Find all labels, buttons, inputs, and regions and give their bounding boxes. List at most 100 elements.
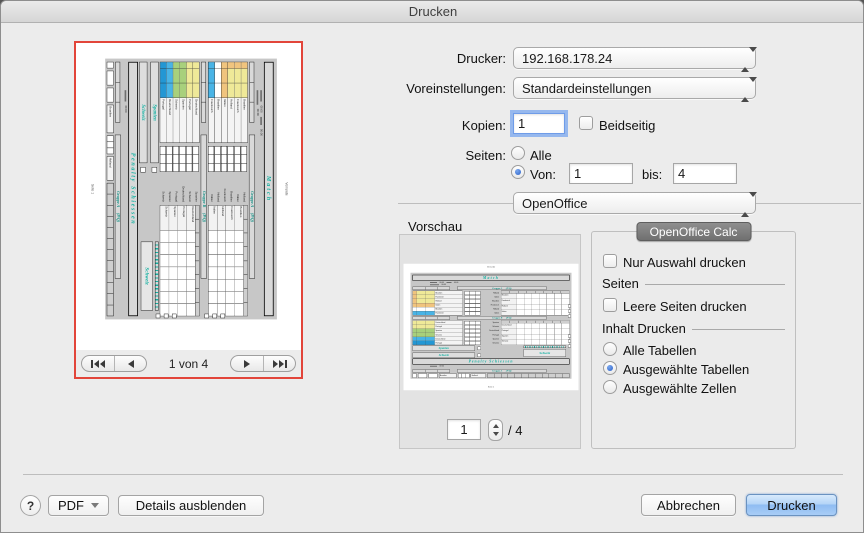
app-section-select[interactable]: OpenOffice (513, 192, 756, 214)
group-b-mini-header (201, 61, 206, 122)
group-a-tables: Brasilien Frankreich Holland Italien Bra… (208, 61, 248, 315)
group-b-header-row: Gruppe B(P/Q) (412, 316, 569, 320)
selected-tables-label: Ausgewählte Tabellen (623, 362, 749, 377)
group-a-mini-header (249, 61, 254, 122)
preview-panel: Vorrunde Match 00:0000:00 00:00 Gruppe A… (399, 234, 581, 449)
presets-value: Standardeinstellungen (522, 81, 651, 96)
group-b-score-grid (464, 320, 481, 345)
group-a-opponents: HollandItalien BrasilienFrankreich Holla… (483, 290, 499, 315)
match-title: Match (412, 274, 569, 280)
print-dialog: Drucken Vorrunde Match 00:0000:00 00:00 … (0, 0, 864, 533)
pages-group-label: Seiten (602, 276, 639, 291)
preview-total-pages: / 4 (508, 423, 548, 438)
group-a-side-boxes (204, 313, 225, 317)
printer-select[interactable]: 192.168.178.24 (513, 47, 756, 69)
group-a-score-grid (208, 146, 248, 173)
last-page-button[interactable] (263, 356, 295, 371)
print-selection-checkbox[interactable] (603, 254, 617, 268)
group-a-opponents: HollandItalien BrasilienFrankreich Holla… (208, 176, 248, 202)
print-button[interactable]: Drucken (746, 494, 837, 516)
group-a-tables: Brasilien Frankreich Holland Italien Bra… (412, 290, 569, 315)
chevron-down-icon (91, 503, 99, 508)
penalty-mini-header (412, 369, 450, 372)
details-toggle-button[interactable]: Details ausblenden (118, 495, 264, 516)
selected-cells-radio[interactable] (603, 380, 617, 394)
penalty-row: Brasilien Holland (106, 61, 113, 315)
penalty-header-row: Gruppe A(P/Q) (114, 61, 120, 315)
group-a-mini-header (412, 286, 450, 289)
penalty-row: Brasilien Holland (412, 373, 569, 377)
footer-divider (23, 474, 843, 475)
help-button[interactable]: ? (20, 495, 41, 516)
previous-page-button[interactable] (114, 356, 146, 371)
selected-tables-radio[interactable] (603, 361, 617, 375)
winner-box-2: Schweiz (139, 61, 147, 162)
match-info: 00:0000:00 00:00 (256, 61, 262, 315)
content-group-label: Inhalt Drucken (602, 321, 686, 336)
printer-label: Drucker: (301, 51, 506, 66)
penalty-info: 00:00 (122, 61, 127, 315)
winner-strip (523, 345, 566, 347)
penalty-title: Penalty Schiessen (412, 358, 569, 364)
app-section-value: OpenOffice (522, 196, 588, 211)
print-selection-label: Nur Auswahl drucken (623, 255, 746, 270)
preview-page-input[interactable]: 1 (447, 419, 481, 440)
page-thumbnail-frame[interactable]: Vorrunde Match 00:0000:00 00:00 Gruppe A… (74, 41, 303, 379)
group-b-header: Gruppe B(P/Q) (457, 316, 546, 320)
group-a-header: Gruppe A(P/Q) (457, 286, 546, 290)
pages-to-input[interactable]: 4 (673, 163, 737, 184)
stepper-down-icon (493, 432, 499, 436)
winner-boxes: Spanien Schweiz Schweiz (412, 345, 569, 357)
pages-label: Seiten: (301, 148, 506, 163)
sheet-header: Vorrunde (403, 265, 578, 267)
group-a-left-table: Brasilien Frankreich Holland Italien Bra… (208, 61, 248, 142)
group-b-side-boxes (568, 334, 571, 347)
group-b-left-table: Deutschland Portugal Spanien Schweiz Deu… (159, 61, 199, 142)
next-page-icon (241, 359, 253, 369)
winner-box-1: Spanien (412, 345, 475, 350)
pages-all-radio[interactable] (511, 146, 525, 160)
group-b-side-boxes (155, 313, 176, 317)
match-title: Match (263, 61, 273, 315)
selected-cells-label: Ausgewählte Zellen (623, 381, 736, 396)
printer-value: 192.168.178.24 (522, 51, 612, 66)
group-b-header: Gruppe B(P/Q) (200, 134, 206, 278)
group-b-opponents: SpanienSchweiz DeutschlandPortugal Spani… (159, 176, 199, 202)
group-b-standings-table: Deutschland Portugal Spanien Schweiz (501, 320, 570, 345)
pages-from-radio[interactable] (511, 165, 525, 179)
content-group-header: Inhalt Drucken (602, 321, 785, 336)
page-counter: 1 von 4 (169, 357, 208, 371)
winner-boxes: Spanien Schweiz Schweiz (139, 61, 158, 315)
blank-pages-checkbox[interactable] (603, 298, 617, 312)
copies-input[interactable]: 1 (513, 113, 565, 134)
group-b-tables: Deutschland Portugal Spanien Schweiz Deu… (159, 61, 199, 315)
pdf-menu-button[interactable]: PDF (48, 495, 109, 516)
last-page-icon (272, 359, 288, 369)
pages-from-input[interactable]: 1 (569, 163, 633, 184)
penalty-group-header: Gruppe A(P/Q) (457, 369, 546, 373)
duplex-checkbox[interactable] (579, 116, 593, 130)
group-b-left-table: Deutschland Portugal Spanien Schweiz Deu… (412, 320, 462, 345)
presets-select[interactable]: Standardeinstellungen (513, 77, 756, 99)
group-a-side-boxes (568, 304, 571, 317)
preview-page-stepper[interactable] (488, 419, 503, 441)
winner-right-box: Schweiz (140, 241, 152, 310)
popup-arrows-icon (741, 197, 750, 211)
all-tables-label: Alle Tabellen (623, 343, 696, 358)
pagination-forward-group (230, 355, 296, 372)
blank-pages-label: Leere Seiten drucken (623, 299, 747, 314)
pagination-back-group (81, 355, 147, 372)
preview-page-small: Vorrunde Match 00:0000:00 00:00 Gruppe A… (403, 263, 578, 390)
sheet-footer: Seite 1 (403, 385, 578, 387)
penalty-mini-header (115, 61, 120, 122)
cancel-button[interactable]: Abbrechen (641, 494, 736, 516)
penalty-group-header: Gruppe A(P/Q) (114, 134, 120, 278)
group-a-header: Gruppe A(P/Q) (248, 134, 254, 278)
next-page-button[interactable] (231, 356, 263, 371)
all-tables-radio[interactable] (603, 342, 617, 356)
group-b-tables: Deutschland Portugal Spanien Schweiz Deu… (412, 320, 569, 345)
pages-from-label: Von: (530, 167, 570, 182)
first-page-button[interactable] (82, 356, 114, 371)
group-b-header-row: Gruppe B(P/Q) (200, 61, 206, 315)
group-b-standings-table: Deutschland Portugal Spanien Schweiz (159, 205, 199, 316)
